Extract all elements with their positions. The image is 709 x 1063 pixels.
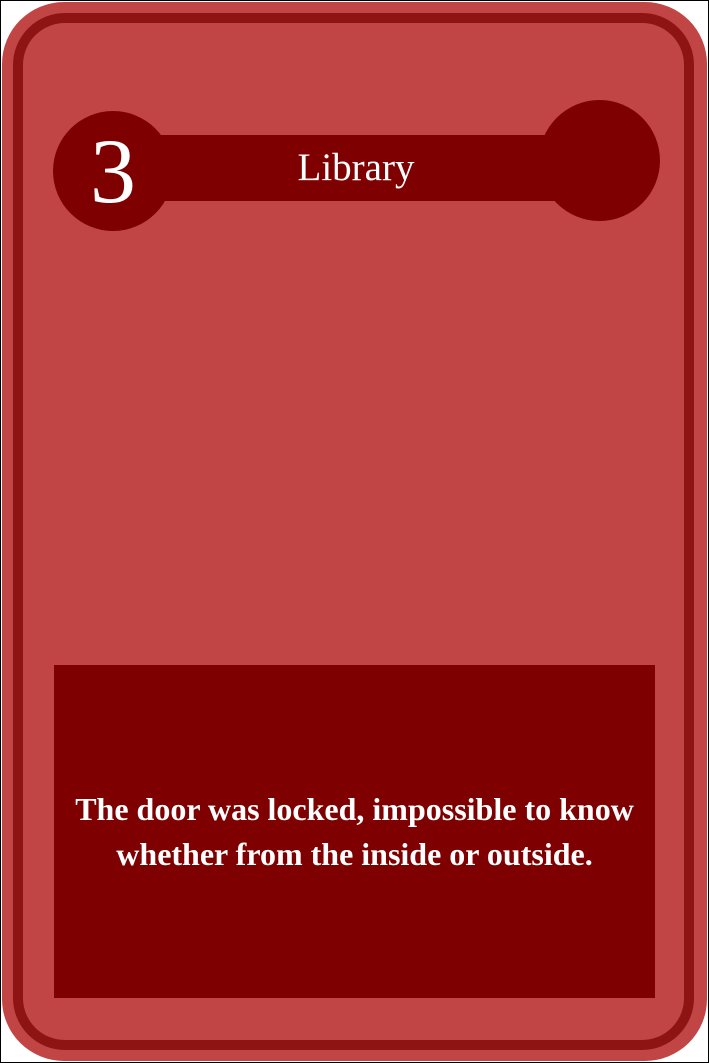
card-title: Library xyxy=(297,146,415,189)
card-number: 3 xyxy=(90,120,136,222)
card-flavor-text: The door was locked, impossible to know … xyxy=(75,790,634,872)
card-text-panel: The door was locked, impossible to know … xyxy=(54,665,655,998)
title-bar-end-circle xyxy=(539,100,660,221)
location-card: 3 Library The door was locked, impossibl… xyxy=(0,0,709,1063)
